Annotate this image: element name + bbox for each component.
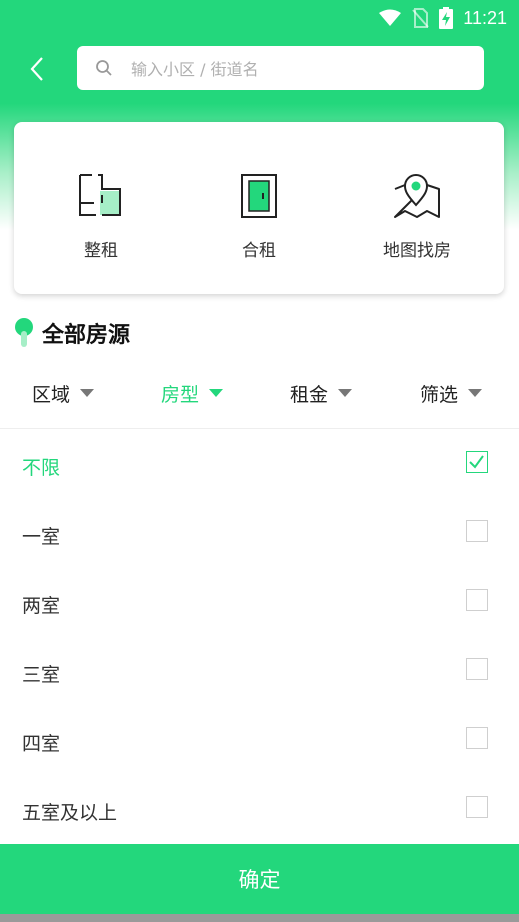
filter-label: 租金 <box>290 383 329 406</box>
battery-charging-icon <box>439 7 454 29</box>
option-label: 五室及以上 <box>22 802 118 824</box>
filter-label: 筛选 <box>420 383 459 406</box>
option-label: 一室 <box>22 526 61 548</box>
checkbox[interactable] <box>466 451 488 473</box>
triangle-down-icon <box>209 389 224 397</box>
confirm-button[interactable]: 确定 <box>0 844 519 914</box>
triangle-down-icon <box>468 389 483 397</box>
door-icon <box>241 174 277 218</box>
option-label: 不限 <box>22 457 61 479</box>
status-icons: 11:21 <box>379 6 507 30</box>
confirm-label: 确定 <box>238 868 281 892</box>
option-label: 三室 <box>22 664 61 686</box>
triangle-down-icon <box>80 389 95 397</box>
section-title-text: 全部房源 <box>42 323 131 348</box>
check-icon <box>469 455 484 469</box>
category-shared-rent[interactable]: 合租 <box>179 170 339 261</box>
search-box[interactable]: 输入小区 / 街道名 <box>77 46 484 90</box>
filter-area[interactable]: 区域 <box>32 370 95 416</box>
checkbox[interactable] <box>466 520 488 542</box>
search-icon <box>96 60 112 76</box>
filter-label: 房型 <box>161 383 200 406</box>
checkbox[interactable] <box>466 796 488 818</box>
checkbox[interactable] <box>466 727 488 749</box>
search-input[interactable]: 输入小区 / 街道名 <box>131 56 259 80</box>
option-label: 两室 <box>22 595 61 617</box>
option-row[interactable]: 两室 <box>0 569 519 637</box>
chevron-left-icon <box>30 57 43 81</box>
category-label: 合租 <box>242 241 276 261</box>
category-map-search[interactable]: 地图找房 <box>337 170 497 261</box>
filter-label: 区域 <box>32 383 71 406</box>
option-label: 四室 <box>22 733 61 755</box>
divider <box>0 428 519 429</box>
navigation-bar-strip <box>0 914 519 922</box>
option-row[interactable]: 不限 <box>0 431 519 499</box>
option-row[interactable]: 三室 <box>0 638 519 706</box>
floorplan-icon <box>79 174 121 216</box>
filter-rent[interactable]: 租金 <box>290 370 353 416</box>
status-bar: 11:21 <box>0 0 519 36</box>
no-sim-icon <box>412 8 430 28</box>
section-title: 全部房源 <box>14 316 130 350</box>
category-label: 整租 <box>84 241 118 261</box>
option-row[interactable]: 四室 <box>0 707 519 775</box>
map-pin-icon <box>394 174 440 218</box>
filter-room-type[interactable]: 房型 <box>161 370 224 416</box>
checkbox[interactable] <box>466 658 488 680</box>
category-whole-rent[interactable]: 整租 <box>21 170 181 261</box>
status-time: 11:21 <box>463 7 507 28</box>
category-card: 整租 合租 地图找房 <box>14 122 504 294</box>
location-pin-icon <box>15 318 33 347</box>
category-label: 地图找房 <box>383 241 451 261</box>
option-row[interactable]: 一室 <box>0 500 519 568</box>
filter-more[interactable]: 筛选 <box>420 370 483 416</box>
back-button[interactable] <box>22 52 52 86</box>
checkbox[interactable] <box>466 589 488 611</box>
wifi-icon <box>379 9 402 26</box>
triangle-down-icon <box>338 389 353 397</box>
filter-bar: 区域 房型 租金 筛选 <box>0 370 519 416</box>
option-row[interactable]: 五室及以上 <box>0 776 519 844</box>
